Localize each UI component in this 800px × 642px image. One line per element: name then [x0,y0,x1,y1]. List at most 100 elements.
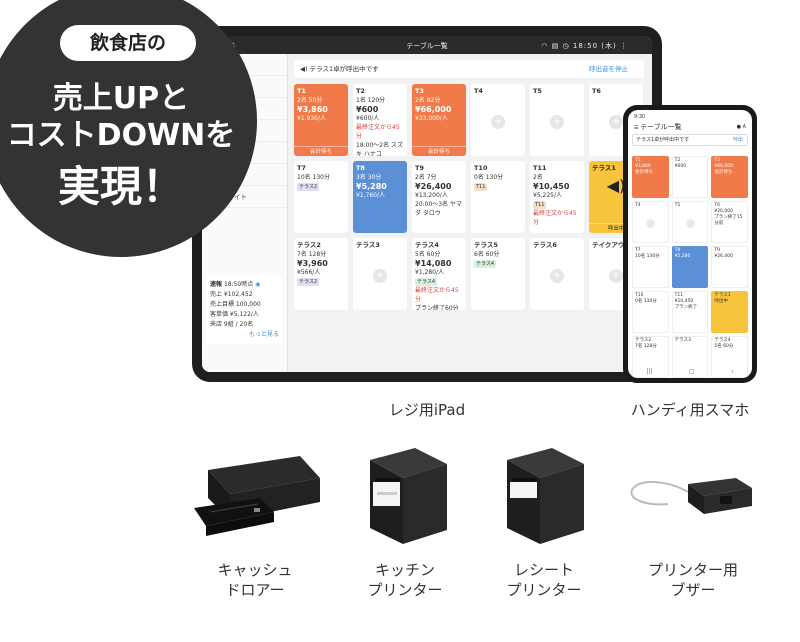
table-card[interactable]: テラス6 + [530,238,584,310]
recent-apps-icon[interactable]: ||| [646,366,652,378]
table-card[interactable]: テラス4 5名 60分 ¥14,080 ¥1,280/人 テラス4 最終注文から45分 プラ… [412,238,466,310]
add-icon [685,219,695,228]
phone-table-card[interactable]: T10 0名 130分 [632,291,669,333]
phone-stop-call-button[interactable]: 呼出 [733,135,743,146]
phone-table-card[interactable]: T2 ¥600 [671,156,709,198]
printer-icon[interactable]: ▤ [552,42,560,50]
table-per-person: ¥13,200/人 [415,192,448,199]
table-card[interactable]: テラス5 6名 60分 テラス4 [471,238,525,310]
phone-table-card[interactable]: T7 10名 130分 [632,246,669,288]
phone-table-name: テラス3 [674,338,691,343]
badge-line-3: 実現！ [57,162,184,211]
bell-icon[interactable]: ● A [737,122,746,132]
table-guests: 6名 60分 [474,251,500,258]
add-icon: + [491,115,505,129]
table-card[interactable]: T4 + [471,84,525,156]
printer-buzzer-image [630,478,752,514]
table-card[interactable]: T5 + [530,84,584,156]
add-icon: + [609,269,623,283]
caption-smartphone: ハンディ用スマホ [630,401,750,419]
receipt-printer-image [507,448,584,544]
table-name: T1 [297,87,306,95]
table-per-person: ¥5,225/人 [533,192,563,199]
phone-table-card[interactable]: T4 [632,201,669,243]
table-name: テラス4 [415,241,439,249]
table-card[interactable]: T8 3名 30分 ¥5,280 ¥1,760/人 [353,161,407,233]
phone-table-value: 7名 128分 [635,344,657,349]
phone-table-name: T5 [674,203,681,208]
table-name: T10 [474,164,488,172]
table-card[interactable]: T3 2名 82分 ¥66,000 ¥33,000/人 会計待ち [412,84,466,156]
table-guests: 2名 82分 [415,97,441,104]
table-card[interactable]: T10 0名 130分 T11 [471,161,525,233]
phone-table-value: 10名 130分 [635,254,660,259]
table-status: 会計待ち [412,146,466,156]
more-icon[interactable]: ⋮ [620,42,628,50]
table-guests: 0名 130分 [474,174,504,181]
stop-call-button[interactable]: 呼出音を停止 [589,60,628,78]
caption-buzzer: プリンター用 ブザー [628,560,758,600]
table-card[interactable]: テラス2 7名 128分 ¥3,960 ¥566/人 テラス2 [294,238,348,310]
phone-table-name: T4 [635,203,641,208]
caption-line: キッチン [374,561,435,579]
table-name: T6 [592,87,601,95]
caption-line: レシート [513,561,574,579]
phone-table-card[interactable]: T6 ¥20,000 プラン終了15分前 [711,201,748,243]
phone-table-value: 0名 130分 [635,299,657,304]
add-icon: + [373,269,387,283]
phone-alert-text: テラス1卓が呼出中です [636,137,690,143]
sales-summary: 速報 18:50時点 ◉ 売上 ¥102,452 売上目標 100,000 客単… [206,276,283,344]
ipad-topbar: 戻る テーブル一覧 ◠ ▤ ◷ 18:50 (木) ⋮ [202,36,652,54]
phone-navbar: ||| ▢ ‹ [628,366,752,378]
badge-pill: 飲食店の [60,25,196,61]
table-card[interactable]: T1 2名 50分 ¥3,860 ¥1,930/人 会計待ち [294,84,348,156]
caption-ipad: レジ用iPad [388,401,466,419]
hamburger-icon[interactable]: ☰ [634,125,638,131]
phone-table-card[interactable]: T5 [671,201,709,243]
table-reservation: 18:00〜2名 スズキ ハナコ [356,142,404,156]
table-card[interactable]: T2 1名 120分 ¥600 ¥600/人 最終注文から45分 18:00〜2名 スズキ… [353,84,407,156]
phone-table-grid: T1 ¥3,860 会計待ち T2 ¥600 T3 ¥66,000 会計待ち T4 T5 T6 ¥20… [632,156,748,378]
phone-table-status: プラン終了 [674,305,698,310]
sales-row: 売上目標 100,000 [210,301,261,308]
table-reservation: プラン終了60分前 [415,305,459,310]
ipad-main: ◀) テラス1卓が呼出中です 呼出音を停止 T1 2名 50分 ¥3,860 ¥1,9… [294,60,644,366]
table-per-person: ¥566/人 [297,269,321,276]
table-card[interactable]: T11 2名 ¥10,450 ¥5,225/人 T11 最終注文から45分 [530,161,584,233]
phone-table-status: プラン終了15分前 [714,215,743,226]
speaker-icon: ◀) [300,65,308,73]
table-amount: ¥3,860 [297,105,328,114]
table-per-person: ¥33,000/人 [415,115,448,122]
table-guests: 7名 128分 [297,251,327,258]
phone-table-card[interactable]: T8 ¥5,280 [671,246,709,288]
table-note: 最終注文から45分 [533,210,577,226]
ipad-screen: 戻る テーブル一覧 ◠ ▤ ◷ 18:50 (木) ⋮ グル一覧 発行 ーを開く… [202,36,652,372]
table-per-person: ¥1,280/人 [415,269,445,276]
table-guests: 5名 60分 [415,251,441,258]
table-card[interactable]: T9 2名 7分 ¥26,400 ¥13,200/人 20:00〜3名 ヤマダ タロウ [412,161,466,233]
phone-table-card[interactable]: T9 ¥26,400 [711,246,748,288]
table-name: T11 [533,164,547,172]
table-name: T4 [474,87,483,95]
phone-table-card[interactable]: T11 ¥10,450 プラン終了 [671,291,709,333]
more-link[interactable]: もっと見る [210,330,279,340]
table-card[interactable]: テラス3 + [353,238,407,310]
phone-table-value: ¥600 [674,164,687,169]
eye-icon[interactable]: ◉ [255,281,260,288]
back-icon[interactable]: ‹ [731,366,733,378]
cash-drawer-image [194,456,320,536]
table-amount: ¥600 [356,105,379,114]
home-icon[interactable]: ▢ [689,366,695,378]
table-amount: ¥3,960 [297,259,328,268]
table-card[interactable]: T7 10名 130分 テラス2 [294,161,348,233]
phone-table-card[interactable]: T3 ¥66,000 会計待ち [711,156,748,198]
table-name: T5 [533,87,542,95]
phone-table-card[interactable]: T1 ¥3,860 会計待ち [632,156,669,198]
alert-text: テラス1卓が呼出中です [309,65,379,73]
phone-clock: 9:30 [634,114,646,120]
table-tag: テラス2 [297,278,320,286]
phone-table-card[interactable]: テラス1 呼出中 [711,291,748,333]
table-name: テラス3 [356,241,380,249]
table-guests: 10名 130分 [297,174,330,181]
table-status: 会計待ち [294,146,348,156]
